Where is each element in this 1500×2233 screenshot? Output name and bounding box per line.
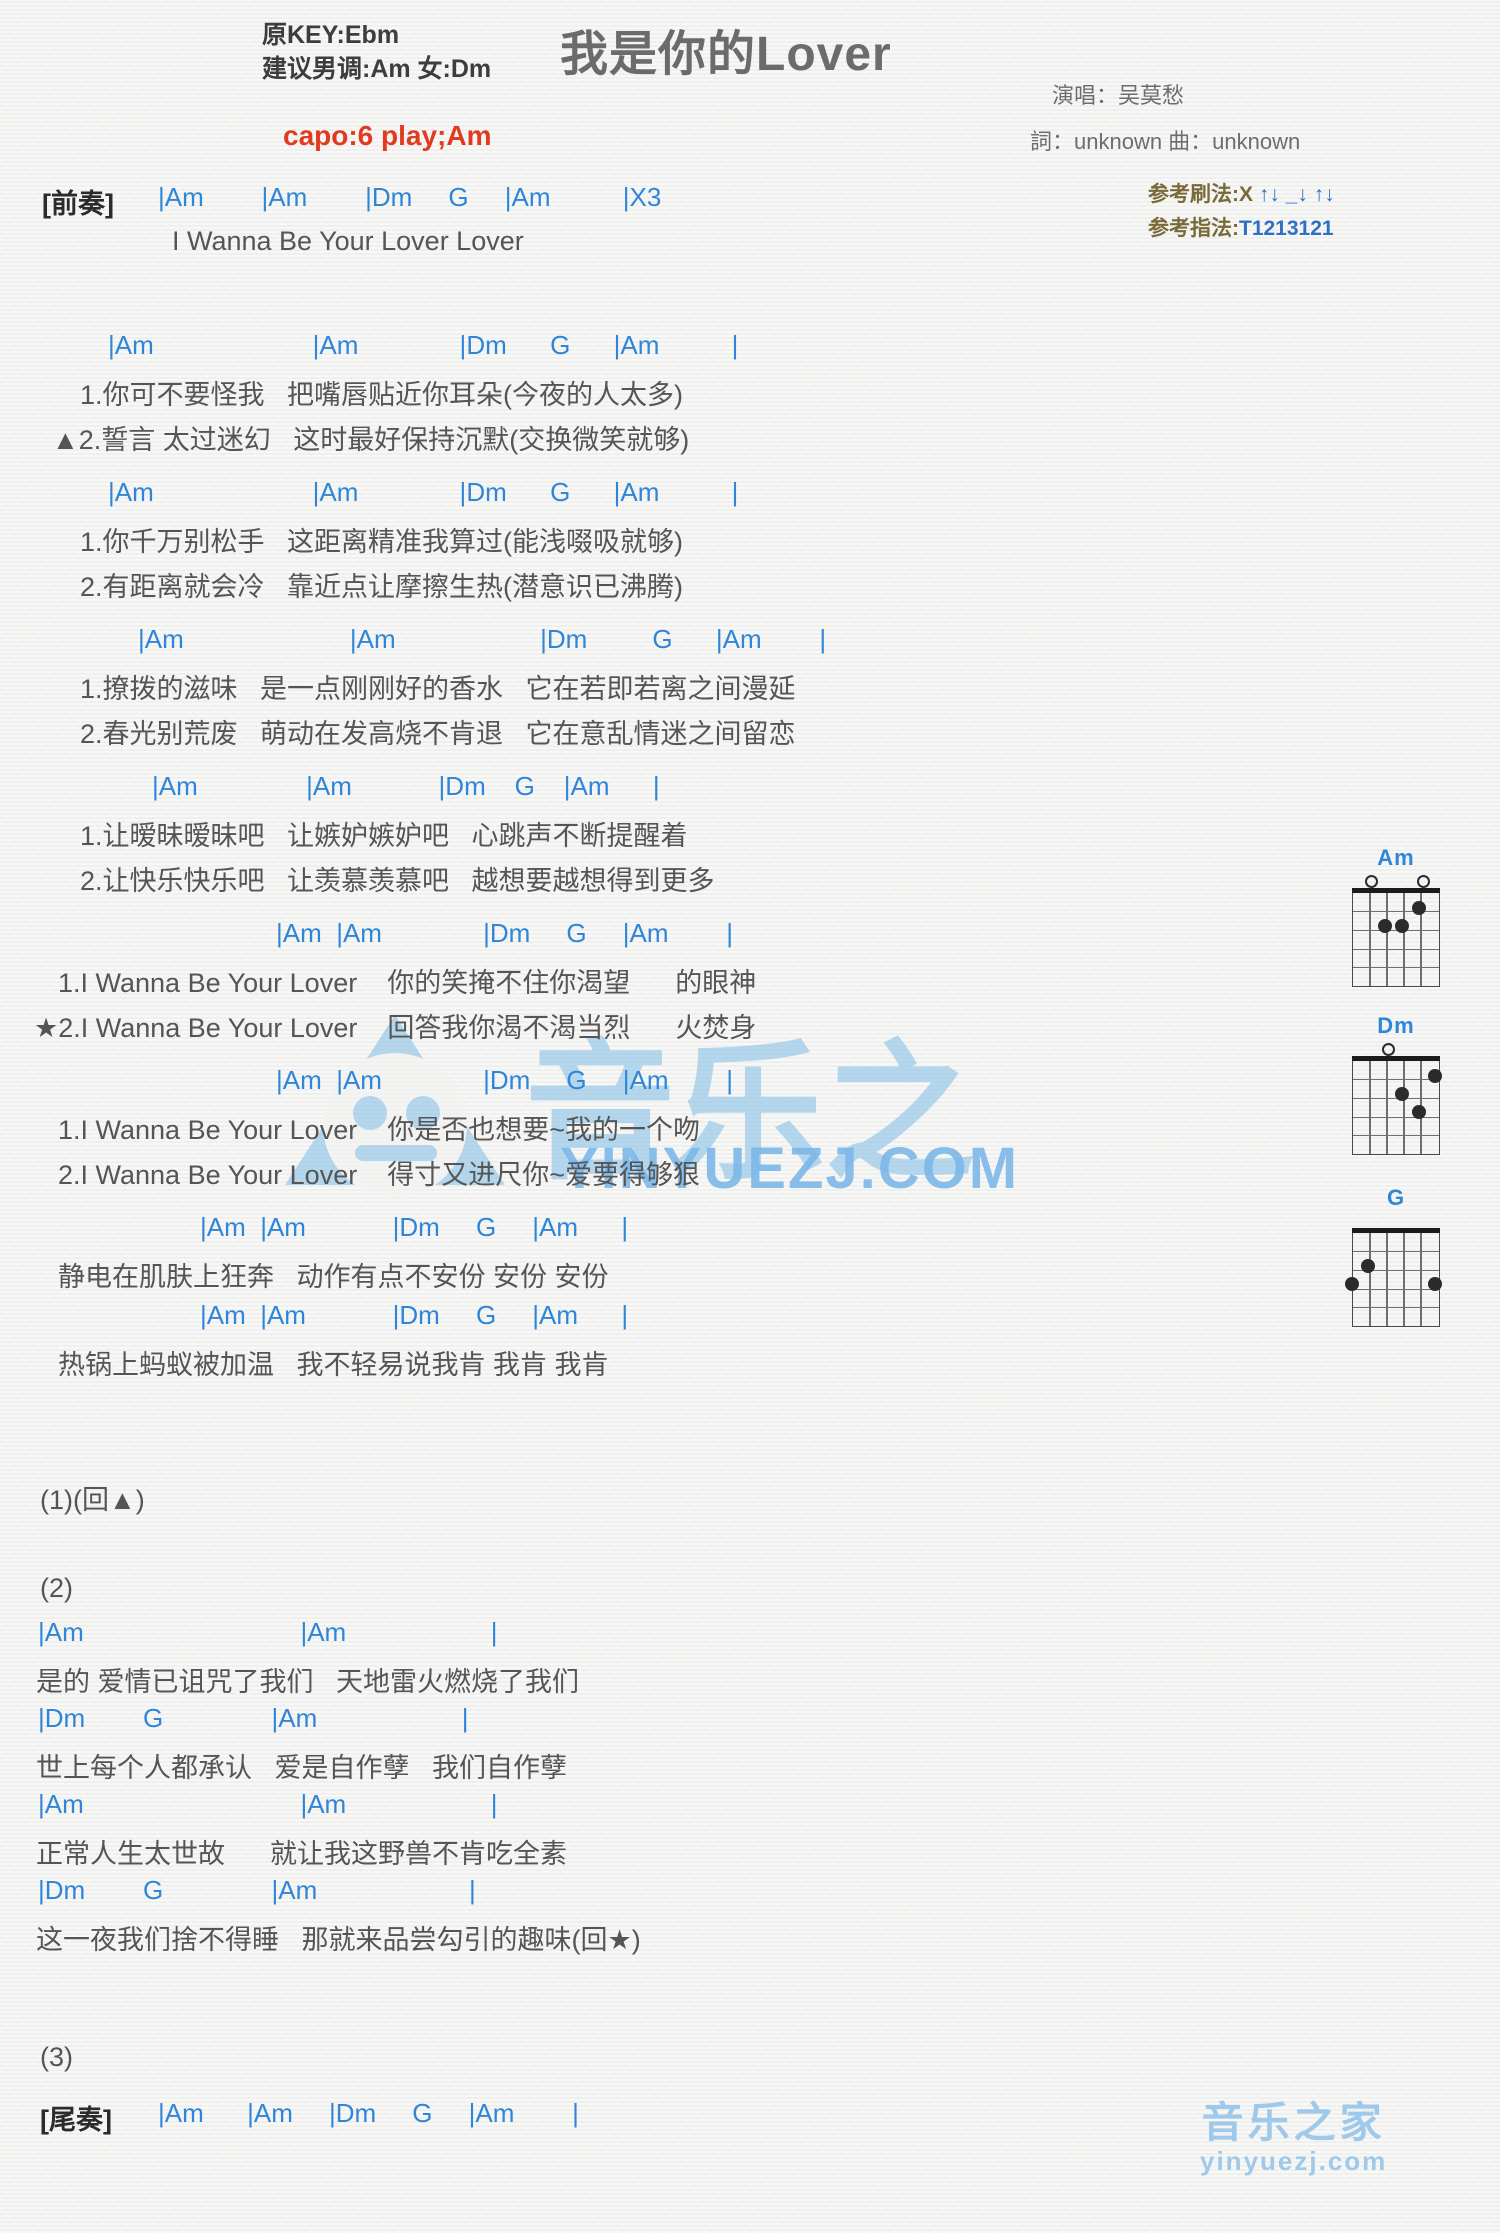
open-string-markers — [1352, 1041, 1440, 1056]
chord-row: |Dm G |Am | — [38, 1875, 476, 1905]
lyric-row: ★2.I Wanna Be Your Lover 回答我你渴不渴当烈 火焚身 — [34, 1013, 757, 1043]
capo-info: capo:6 play;Am — [283, 120, 492, 151]
fretboard — [1345, 1228, 1442, 1328]
fret-grid — [1352, 1061, 1440, 1155]
finger-dot — [1361, 1259, 1375, 1273]
fretboard — [1352, 888, 1440, 988]
pick-label: 参考指法: — [1148, 217, 1239, 240]
picking-pattern: 参考指法:T1213121 — [1148, 212, 1334, 242]
chord-row: |Dm G |Am | — [38, 1703, 469, 1733]
strum-pattern: 参考刷法:X ↑↓ _↓ ↑↓ — [1148, 178, 1335, 208]
chord-row: |Am |Am | — [38, 1789, 498, 1819]
section-three-label: (3) — [40, 2042, 73, 2072]
chord-diagram-dm: Dm — [1352, 1013, 1442, 1156]
lyric-row: ▲2.誓言 太过迷幻 这时最好保持沉默(交换微笑就够) — [52, 425, 690, 455]
intro-tag: [前奏] — [42, 189, 114, 219]
lyric-row: 这一夜我们捨不得睡 那就来品尝勾引的趣味(回★) — [36, 1925, 641, 1955]
lyric-row: 2.有距离就会冷 靠近点让摩擦生热(潜意识已沸腾) — [80, 572, 684, 602]
chord-row: |Am |Am | — [38, 1617, 498, 1647]
lyric-row: 1.让暧昧暧昧吧 让嫉妒嫉妒吧 心跳声不断提醒着 — [80, 821, 688, 851]
intro-lyric: I Wanna Be Your Lover Lover — [172, 226, 524, 256]
chord-row: |Am |Am |Dm G |Am | — [276, 1065, 734, 1095]
lyric-row: 1.撩拨的滋味 是一点刚刚好的香水 它在若即若离之间漫延 — [80, 674, 796, 704]
lyric-row: 1.I Wanna Be Your Lover 你的笑掩不住你渴望 的眼神 — [58, 968, 757, 998]
finger-dot — [1395, 919, 1409, 933]
lyric-row: 正常人生太世故 就让我这野兽不肯吃全素 — [36, 1839, 568, 1869]
open-string-markers — [1352, 1213, 1440, 1228]
finger-dot — [1428, 1069, 1442, 1083]
lyric-row: 2.让快乐快乐吧 让羡慕羡慕吧 越想要越想得到更多 — [80, 866, 715, 896]
lyric-row: 1.I Wanna Be Your Lover 你是否也想要~我的一个吻 — [58, 1115, 700, 1145]
chord-row: |Am |Am |Dm G |Am | — [200, 1300, 629, 1330]
outro-chords: |Am |Am |Dm G |Am | — [158, 2098, 579, 2128]
fret-grid — [1352, 1233, 1440, 1327]
open-string-icon — [1382, 1043, 1395, 1056]
site-logo: 音乐之家 yinyuezj.com — [1200, 2100, 1387, 2177]
repeat-marker-one: (1)(回▲) — [40, 1485, 145, 1515]
chord-row: |Am |Am |Dm G |Am | — [108, 477, 739, 507]
lyric-row: 2.春光别荒废 萌动在发高烧不肯退 它在意乱情迷之间留恋 — [80, 719, 796, 749]
finger-dot — [1378, 919, 1392, 933]
suggested-key: 建议男调:Am 女:Dm — [262, 55, 492, 83]
open-string-markers — [1352, 873, 1440, 888]
chord-diagram-name: Dm — [1377, 1013, 1415, 1038]
finger-dot — [1345, 1277, 1359, 1291]
song-credits: 詞：unknown 曲：unknown — [1030, 129, 1301, 154]
section-two-label: (2) — [40, 1573, 73, 1603]
chord-row: |Am |Am |Dm G |Am | — [108, 330, 739, 360]
lyric-row: 世上每个人都承认 爱是自作孽 我们自作孽 — [36, 1753, 568, 1783]
strum-arrows: ↑↓ _↓ ↑↓ — [1258, 183, 1335, 206]
outro-tag: [尾奏] — [40, 2105, 112, 2135]
strum-label: 参考刷法:X — [1148, 183, 1253, 206]
lyric-row: 热锅上蚂蚁被加温 我不轻易说我肯 我肯 我肯 — [58, 1350, 609, 1380]
chord-diagram-name: Am — [1377, 845, 1415, 870]
finger-dot — [1395, 1087, 1409, 1101]
original-key: 原KEY:Ebm — [262, 21, 400, 49]
page-title: 我是你的Lover — [560, 28, 892, 81]
open-string-icon — [1417, 875, 1430, 888]
site-logo-cn: 音乐之家 — [1201, 2099, 1386, 2146]
fretboard — [1352, 1056, 1442, 1156]
singer-name: 演唱：吴莫愁 — [1052, 83, 1185, 108]
open-string-icon — [1365, 875, 1378, 888]
lyric-row: 1.你千万别松手 这距离精准我算过(能浅啜吸就够) — [80, 527, 684, 557]
chord-sheet: 原KEY:Ebm 建议男调:Am 女:Dm capo:6 play;Am 我是你… — [0, 0, 1500, 2233]
site-logo-en: yinyuezj.com — [1200, 2146, 1388, 2176]
chord-diagram-name: G — [1386, 1185, 1406, 1210]
lyric-row: 1.你可不要怪我 把嘴唇贴近你耳朵(今夜的人太多) — [80, 380, 684, 410]
finger-dot — [1428, 1277, 1442, 1291]
finger-dot — [1412, 1105, 1426, 1119]
fret-grid — [1352, 893, 1440, 987]
lyric-row: 是的 爱情已诅咒了我们 天地雷火燃烧了我们 — [36, 1667, 580, 1697]
key-info: 原KEY:Ebm 建议男调:Am 女:Dm — [262, 18, 491, 86]
chord-row: |Am |Am |Dm G |Am | — [138, 624, 827, 654]
pick-sequence: T1213121 — [1239, 217, 1334, 240]
chord-row: |Am |Am |Dm G |Am | — [152, 771, 660, 801]
lyric-row: 2.I Wanna Be Your Lover 得寸又进尺你~爱要得够狠 — [58, 1160, 700, 1190]
lyric-row: 静电在肌肤上狂奔 动作有点不安份 安份 安份 — [58, 1262, 609, 1292]
chord-diagram-am: Am — [1352, 845, 1440, 988]
chord-row: |Am |Am |Dm G |Am | — [276, 918, 734, 948]
chord-diagram-g: G — [1345, 1185, 1442, 1328]
chord-row: |Am |Am |Dm G |Am | — [200, 1212, 629, 1242]
finger-dot — [1412, 901, 1426, 915]
intro-chords: |Am |Am |Dm G |Am |X3 — [158, 182, 662, 212]
